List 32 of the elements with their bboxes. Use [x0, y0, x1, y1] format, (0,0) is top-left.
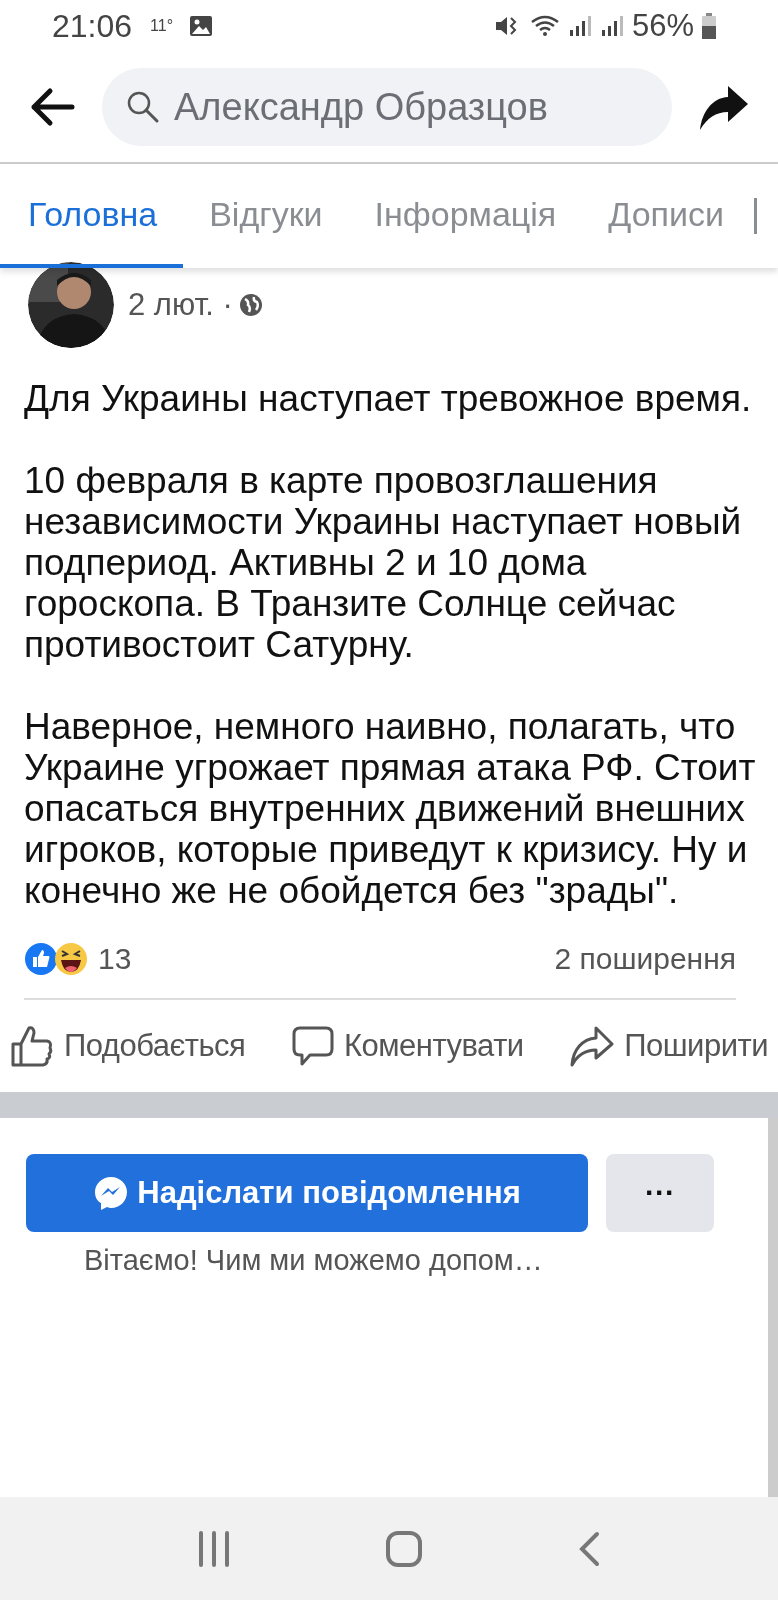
- laughing-emoji-icon: [54, 942, 88, 976]
- battery-icon: [702, 13, 716, 39]
- speech-bubble-icon: [291, 1025, 334, 1067]
- post-paragraph: 10 февраля в карте провозглашения независимости Украины наступает новый подпериод. Активны 2 и 10 дома гороскопа. В Транзите Солнце сейчас противостоит Сатурну.: [24, 460, 743, 665]
- send-message-button[interactable]: Надіслати повідомлення: [26, 1154, 588, 1232]
- battery-percent: 56%: [631, 8, 694, 44]
- greeting-text: Вітаємо! Чим ми можемо допом…: [84, 1244, 544, 1277]
- share-arrow-icon: [570, 1024, 615, 1068]
- search-field[interactable]: Александр Образцов: [102, 68, 672, 146]
- clock: 21:06: [52, 7, 133, 45]
- signal-icon: [567, 14, 592, 38]
- globe-icon: [238, 293, 263, 317]
- temperature: 11°: [150, 17, 174, 35]
- action-button[interactable]: Поширити: [566, 1000, 772, 1092]
- search-icon: [126, 90, 160, 124]
- action-button[interactable]: Коментувати: [287, 1000, 528, 1092]
- thumbs-up-icon: [10, 1024, 54, 1068]
- share-count[interactable]: 2 поширення: [554, 942, 736, 976]
- recent-apps-icon[interactable]: [197, 1530, 231, 1567]
- more-button[interactable]: ···: [606, 1154, 714, 1232]
- back-icon[interactable]: [577, 1530, 601, 1567]
- wifi-icon: [529, 14, 560, 38]
- post-paragraph: Для Украины наступает тревожное время.: [24, 378, 753, 419]
- post-paragraph: Наверное, немного наивно, полагать, что Украине угрожает прямая атака РФ. Стоит опасаться внутренних движений внешних игроков, которые приведут к кризису. Ну и конечно же не обойдется без "зрады".: [24, 706, 757, 911]
- action-button[interactable]: Подобається: [6, 1000, 250, 1092]
- like-reaction-icon: [24, 942, 58, 976]
- image-icon: [189, 15, 214, 37]
- home-icon[interactable]: [385, 1529, 423, 1568]
- reaction-count[interactable]: 13: [98, 942, 132, 976]
- signal-icon: [599, 14, 624, 38]
- post-date: 2 лют. ·: [128, 287, 233, 323]
- messenger-icon: [93, 1175, 130, 1211]
